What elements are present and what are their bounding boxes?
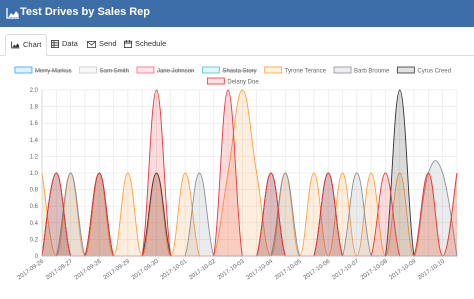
x-tick-label: 2017-10-06 — [303, 258, 332, 281]
legend-swatch[interactable] — [333, 66, 352, 74]
tab-send-label: Send — [99, 39, 117, 48]
test-drives-chart: Merry Markus Sam Smith Jane Johnson Shasta … — [14, 66, 458, 281]
x-tick-label: 2017-10-05 — [274, 258, 303, 281]
legend-label[interactable]: Jane Johnson — [157, 68, 194, 74]
y-tick-label: 0.6 — [30, 204, 39, 210]
x-tick-label: 2017-10-07 — [331, 258, 360, 281]
legend-label[interactable]: Tyrone Terance — [285, 68, 327, 74]
x-tick-label: 2017-10-02 — [188, 258, 217, 281]
y-tick-label: 1.0 — [30, 171, 39, 177]
legend-swatch[interactable] — [201, 66, 220, 74]
table-icon — [51, 40, 59, 49]
legend-swatch[interactable] — [79, 66, 98, 74]
legend-label[interactable]: Merry Markus — [35, 68, 72, 74]
chart-area: Merry Markus Sam Smith Jane Johnson Shasta … — [0, 58, 474, 294]
tab-chart-label: Chart — [23, 40, 42, 49]
area-chart-icon — [11, 41, 20, 49]
legend-label[interactable]: Shasta Story — [222, 68, 256, 74]
x-tick-label: 2017-09-30 — [131, 258, 160, 281]
x-tick-label: 2017-10-10 — [417, 258, 446, 281]
x-tick-label: 2017-10-08 — [360, 258, 389, 281]
tab-send[interactable]: Send — [87, 34, 119, 54]
legend-swatch[interactable] — [206, 77, 225, 85]
legend-label[interactable]: Delany Doe — [227, 79, 259, 85]
legend-label[interactable]: Barb Broome — [354, 68, 390, 74]
y-tick-label: 1.6 — [30, 121, 39, 127]
page-title: Test Drives by Sales Rep — [20, 6, 151, 18]
y-tick-label: 0 — [35, 254, 39, 260]
area-chart-icon — [6, 8, 19, 19]
tab-chart[interactable]: Chart — [5, 34, 47, 56]
tab-schedule-label: Schedule — [135, 39, 167, 48]
y-tick-label: 0.2 — [30, 237, 39, 243]
report-header: Test Drives by Sales Rep — [0, 0, 474, 27]
legend-label[interactable]: Cyrus Creed — [417, 68, 451, 74]
legend-swatch[interactable] — [264, 66, 283, 74]
y-tick-label: 1.2 — [30, 154, 39, 160]
x-tick-label: 2017-09-27 — [45, 258, 74, 281]
legend-swatch[interactable] — [396, 66, 415, 74]
x-tick-label: 2017-10-03 — [217, 258, 246, 281]
envelope-icon — [87, 40, 96, 48]
x-tick-label: 2017-10-09 — [389, 258, 418, 281]
y-tick-label: 0.8 — [30, 188, 39, 194]
x-tick-label: 2017-09-26 — [17, 258, 46, 281]
tab-schedule[interactable]: Schedule — [124, 34, 168, 54]
x-tick-label: 2017-09-29 — [102, 258, 131, 281]
x-tick-label: 2017-09-28 — [74, 258, 103, 281]
x-tick-label: 2017-10-04 — [246, 258, 275, 281]
calendar-icon — [124, 40, 132, 49]
legend-label[interactable]: Sam Smith — [100, 68, 129, 74]
y-tick-label: 2.0 — [30, 88, 39, 94]
legend-swatch[interactable] — [14, 66, 33, 74]
tab-data[interactable]: Data — [51, 34, 83, 54]
y-tick-label: 1.8 — [30, 105, 39, 111]
report-tabs: Chart Data Send Schedule — [0, 34, 474, 56]
x-tick-label: 2017-10-01 — [160, 258, 189, 281]
y-tick-label: 1.4 — [30, 138, 39, 144]
y-tick-label: 0.4 — [30, 221, 39, 227]
tab-data-label: Data — [62, 39, 78, 48]
legend-swatch[interactable] — [136, 66, 155, 74]
